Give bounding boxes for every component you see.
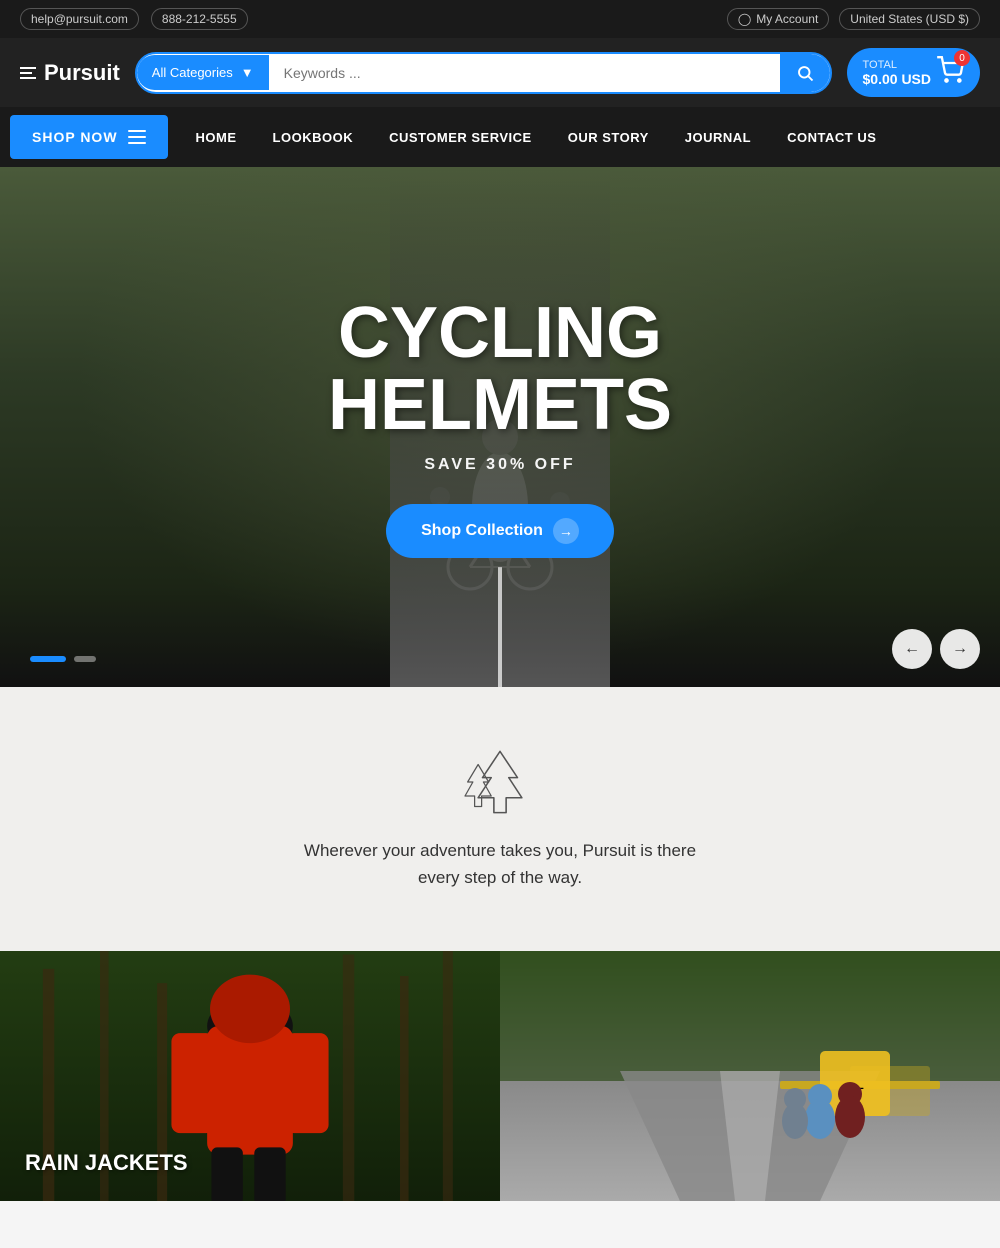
email-contact[interactable]: help@pursuit.com bbox=[20, 8, 139, 30]
site-header: Pursuit All Categories ▼ TOTAL $0.00 USD… bbox=[0, 38, 1000, 107]
cycling-background: ← bbox=[500, 951, 1000, 1201]
category-dropdown[interactable]: All Categories ▼ bbox=[137, 55, 269, 90]
slider-navigation: ← → bbox=[892, 629, 980, 669]
nav-customer-service[interactable]: CUSTOMER SERVICE bbox=[371, 112, 550, 163]
arrow-right-icon: → bbox=[553, 518, 579, 544]
cart-total: $0.00 USD bbox=[863, 71, 931, 87]
slider-prev-button[interactable]: ← bbox=[892, 629, 932, 669]
user-icon: ◯ bbox=[738, 12, 751, 26]
shop-collection-label: Shop Collection bbox=[421, 522, 543, 540]
nav-journal[interactable]: JOURNAL bbox=[667, 112, 769, 163]
shop-now-button[interactable]: SHOP NOW bbox=[10, 115, 168, 159]
hero-title: CYCLINGHELMETS bbox=[328, 297, 672, 441]
region-selector[interactable]: United States (USD $) bbox=[839, 8, 980, 30]
hero-content: CYCLINGHELMETS SAVE 30% OFF Shop Collect… bbox=[328, 297, 672, 558]
rain-jackets-card[interactable]: RAIN JACKETS bbox=[0, 951, 500, 1201]
cart-text: TOTAL $0.00 USD bbox=[863, 59, 931, 87]
category-grid: RAIN JACKETS ← bbox=[0, 951, 1000, 1201]
my-account-label: My Account bbox=[756, 12, 818, 26]
hero-subtitle: SAVE 30% OFF bbox=[328, 456, 672, 474]
phone-contact[interactable]: 888-212-5555 bbox=[151, 8, 248, 30]
top-bar-right: ◯ My Account United States (USD $) bbox=[727, 8, 980, 30]
adventure-tagline: Wherever your adventure takes you, Pursu… bbox=[290, 837, 710, 891]
slider-dots bbox=[30, 656, 96, 662]
cart-icon-wrap: 0 bbox=[936, 56, 964, 89]
search-input[interactable] bbox=[269, 55, 780, 91]
top-bar: help@pursuit.com 888-212-5555 ◯ My Accou… bbox=[0, 0, 1000, 38]
main-navigation: SHOP NOW HOME LOOKBOOK CUSTOMER SERVICE … bbox=[0, 107, 1000, 167]
hamburger-icon bbox=[20, 67, 36, 79]
chevron-down-icon: ▼ bbox=[241, 65, 254, 80]
rain-jackets-label: RAIN JACKETS bbox=[25, 1150, 188, 1176]
nav-contact-us[interactable]: CONTACT US bbox=[769, 112, 894, 163]
menu-lines-icon bbox=[128, 130, 146, 144]
search-icon bbox=[796, 64, 814, 82]
cart-badge: 0 bbox=[954, 50, 970, 66]
slider-dot-1[interactable] bbox=[30, 656, 66, 662]
nav-our-story[interactable]: OUR STORY bbox=[550, 112, 667, 163]
hero-section: CYCLINGHELMETS SAVE 30% OFF Shop Collect… bbox=[0, 167, 1000, 687]
cart-label: TOTAL bbox=[863, 59, 931, 71]
slider-next-button[interactable]: → bbox=[940, 629, 980, 669]
my-account-link[interactable]: ◯ My Account bbox=[727, 8, 829, 30]
slider-dot-2[interactable] bbox=[74, 656, 96, 662]
logo-text: Pursuit bbox=[44, 60, 120, 86]
search-bar: All Categories ▼ bbox=[135, 52, 832, 94]
category-label: All Categories bbox=[152, 65, 233, 80]
search-button[interactable] bbox=[780, 54, 830, 92]
adventure-section: Wherever your adventure takes you, Pursu… bbox=[0, 687, 1000, 951]
nav-lookbook[interactable]: LOOKBOOK bbox=[255, 112, 372, 163]
site-logo[interactable]: Pursuit bbox=[20, 60, 120, 86]
nav-home[interactable]: HOME bbox=[178, 112, 255, 163]
nature-trees-icon bbox=[460, 747, 540, 817]
cart-button[interactable]: TOTAL $0.00 USD 0 bbox=[847, 48, 980, 97]
top-bar-left: help@pursuit.com 888-212-5555 bbox=[20, 8, 248, 30]
shop-now-label: SHOP NOW bbox=[32, 129, 118, 145]
cycling-card[interactable]: ← bbox=[500, 951, 1000, 1201]
shop-collection-button[interactable]: Shop Collection → bbox=[386, 504, 614, 558]
nav-links: HOME LOOKBOOK CUSTOMER SERVICE OUR STORY… bbox=[178, 112, 895, 163]
